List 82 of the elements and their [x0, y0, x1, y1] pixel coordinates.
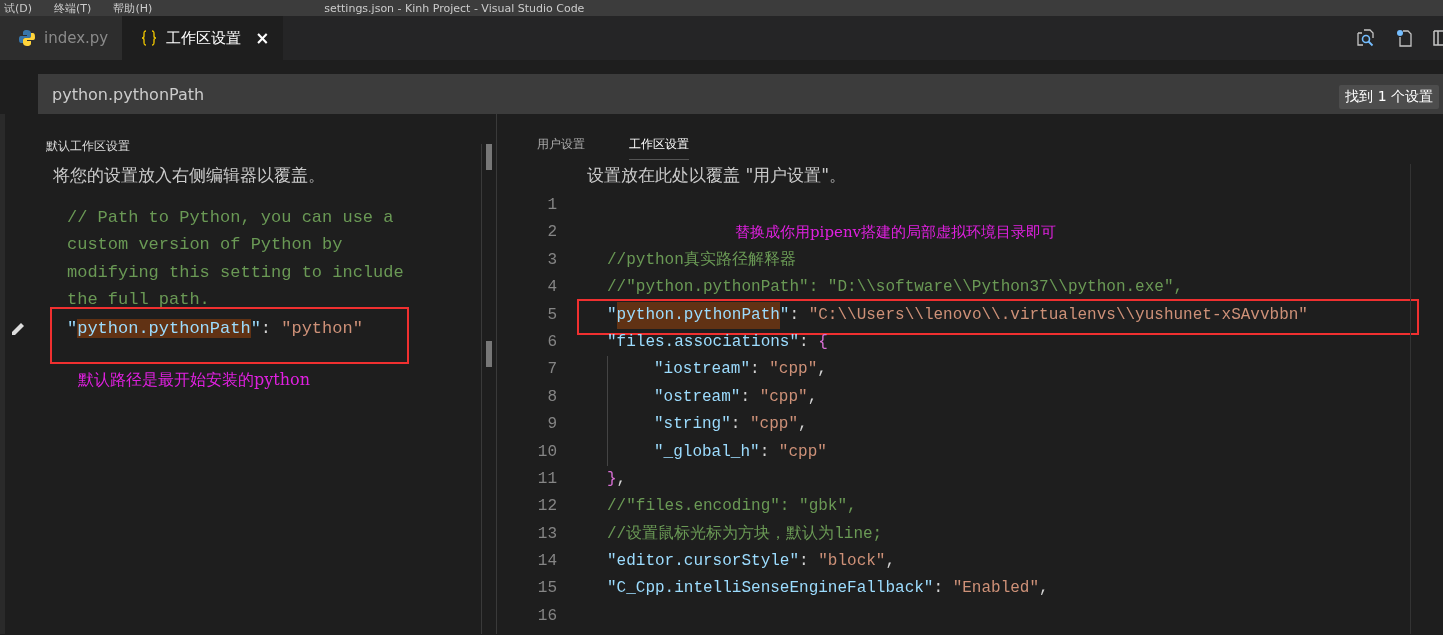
code-token: , — [885, 551, 896, 573]
code-token: : — [799, 331, 810, 353]
code-token: "C:\\Users\\lenovo\\.virtualenvs\\yushunet-xSAvvbbn" — [808, 304, 1308, 326]
code-token: "block" — [818, 551, 886, 573]
code-token: "python" — [281, 319, 363, 339]
line-number: 8 — [546, 386, 557, 408]
python-logo-icon — [18, 29, 36, 47]
code-comment: custom version of Python by — [67, 235, 343, 255]
code-token: "_global_h" — [654, 441, 760, 463]
code-token: "cpp" — [778, 441, 827, 463]
annotation-text: 替换成你用pipenv搭建的局部虚拟环境目录即可 — [735, 222, 1056, 244]
code-token: " — [779, 304, 790, 326]
code-token: : — [740, 386, 752, 408]
menu-item[interactable]: 试(D) — [4, 0, 33, 16]
code-token: : — [799, 551, 810, 573]
code-token: " — [607, 304, 617, 326]
menu-item[interactable]: 终端(T) — [54, 0, 92, 16]
code-comment: modifying this setting to include — [67, 262, 404, 282]
code-token: "Enabled" — [952, 578, 1040, 600]
editor-tab[interactable]: 工作区设置 × — [122, 16, 284, 60]
line-number: 14 — [536, 551, 557, 573]
line-number: 3 — [546, 249, 557, 271]
code-token: "string" — [654, 414, 731, 436]
code-token: " — [67, 319, 78, 339]
panel-description: 将您的设置放入右侧编辑器以覆盖。 — [52, 164, 326, 187]
code-token: //python真实路径解释器 — [607, 249, 796, 271]
code-token: python.pythonPath — [616, 301, 780, 329]
code-token: : — [933, 578, 945, 600]
line-number: 10 — [536, 441, 557, 463]
code-token: : — [789, 304, 801, 326]
code-token: , — [798, 414, 808, 436]
window-title: settings.json - Kinh Project - Visual Studio Code — [324, 1, 585, 15]
code-token: , — [817, 359, 827, 381]
search-documents-icon[interactable] — [1355, 28, 1375, 48]
code-token: , — [616, 468, 627, 490]
code-token: "editor.cursorStyle" — [607, 551, 800, 573]
line-number: 6 — [546, 331, 557, 353]
code-token: "C_Cpp.intelliSenseEngineFallback" — [607, 578, 934, 600]
code-token: python.pythonPath — [77, 319, 251, 339]
line-number: 7 — [546, 359, 557, 381]
code-token: //"python.pythonPath": "D:\\software\\Python37\\python.exe", — [607, 277, 1184, 299]
line-number: 15 — [536, 578, 557, 600]
editor-description: 设置放在此处以覆盖 "用户设置"。 — [586, 164, 848, 187]
line-number: 9 — [546, 414, 557, 436]
settings-tab[interactable]: 用户设置 — [537, 136, 585, 160]
code-token: : — [759, 441, 771, 463]
code-token: "iostream" — [654, 359, 750, 381]
line-number: 1 — [546, 195, 557, 216]
code-token: " — [250, 319, 261, 339]
split-editor-icon[interactable] — [1433, 29, 1443, 47]
code-token: //"files.encoding": "gbk", — [607, 496, 857, 518]
braces-icon — [140, 29, 159, 47]
line-number: 16 — [536, 605, 557, 627]
code-comment: the full path. — [67, 289, 210, 309]
code-token: , — [1039, 578, 1049, 600]
line-number: 5 — [546, 304, 557, 326]
code-token: : — [730, 414, 742, 436]
code-token: "cpp" — [759, 386, 808, 408]
settings-file-icon[interactable] — [1395, 28, 1413, 48]
line-number: 12 — [536, 496, 557, 518]
result-count-badge: 找到 1 个设置 — [1339, 85, 1439, 109]
annotation-text: 默认路径是最开始安装的python — [78, 370, 310, 390]
panel-header: 默认工作区设置 — [45, 138, 131, 155]
code-token: "ostream" — [654, 386, 741, 408]
line-number: 4 — [546, 277, 557, 299]
line-number: 11 — [536, 468, 557, 490]
code-comment: // Path to Python, you can use a — [67, 208, 394, 227]
code-token: } — [607, 468, 617, 490]
code-token: "cpp" — [750, 414, 799, 436]
code-token: { — [818, 331, 828, 353]
code-token: //设置鼠标光标为方块，默认为line; — [607, 523, 883, 545]
line-number: 2 — [546, 222, 557, 244]
menu-item[interactable]: 帮助(H) — [113, 0, 153, 16]
editor-tab[interactable]: index.py — [0, 16, 123, 60]
code-token: "files.associations" — [607, 331, 800, 353]
code-token: : — [750, 359, 761, 381]
settings-tab[interactable]: 工作区设置 — [629, 136, 689, 160]
code-token: , — [807, 386, 818, 408]
code-token: : — [260, 319, 273, 339]
code-token: "cpp" — [769, 359, 818, 381]
close-icon[interactable]: × — [255, 28, 270, 48]
line-number: 13 — [536, 523, 557, 545]
